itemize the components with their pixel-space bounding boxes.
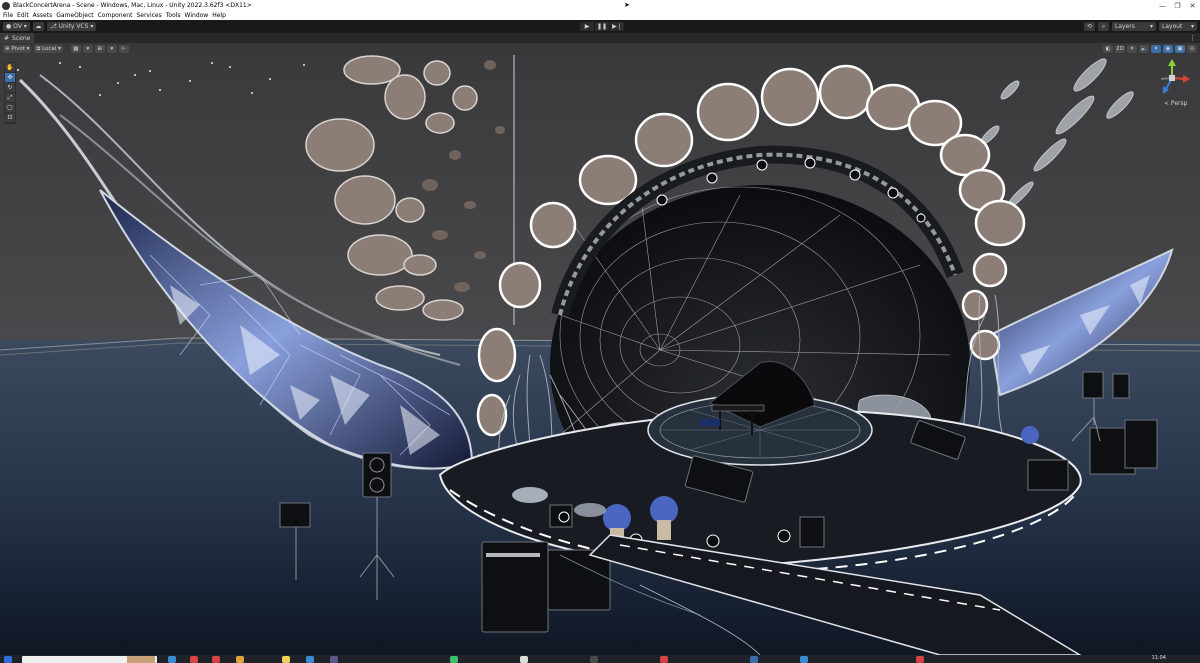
- scene-viewport[interactable]: [0, 55, 1200, 655]
- taskbar-app-icon[interactable]: [750, 656, 758, 663]
- camera-icon[interactable]: ▣: [1175, 45, 1185, 53]
- scene-toolbar: ⊕ Pivot ▾ ⧉ Local ▾ ▦ ▾ ⊞ ▾ ⊢ ◐ 2D ☀ 🔈 ✦…: [0, 43, 1200, 55]
- taskbar-app-icon[interactable]: [190, 656, 198, 663]
- step-button[interactable]: ▶❘: [610, 22, 624, 31]
- taskbar-app-icon[interactable]: [282, 656, 290, 663]
- increment-snap-icon[interactable]: ⊞: [94, 45, 105, 53]
- hand-tool-icon[interactable]: ✋: [5, 63, 15, 72]
- menu-assets[interactable]: Assets: [33, 12, 53, 19]
- menu-services[interactable]: Services: [136, 12, 161, 19]
- taskbar-app-icon[interactable]: [168, 656, 176, 663]
- window-title-bar: BlackConcertArena - Scene - Windows, Mac…: [0, 0, 1200, 11]
- account-label: OV: [13, 23, 22, 30]
- chevron-down-icon: ▾: [1190, 23, 1194, 30]
- menu-component[interactable]: Component: [98, 12, 133, 19]
- taskbar-app-icon[interactable]: [916, 656, 924, 663]
- window-title: BlackConcertArena - Scene - Windows, Mac…: [13, 2, 252, 9]
- layers-dropdown[interactable]: Layers ▾: [1112, 22, 1156, 31]
- main-toolbar: ● OV ▾ ☁ ⎇ Unity VCS ▾ ▶ ❚❚ ▶❘ ⟲ ⌕ Layer…: [0, 20, 1200, 33]
- pivot-label: Pivot: [11, 46, 25, 52]
- taskbar-app-icon[interactable]: [306, 656, 314, 663]
- menu-bar: File Edit Assets GameObject Component Se…: [0, 11, 1200, 20]
- chevron-down-icon: ▾: [21, 23, 27, 30]
- account-icon: ●: [6, 23, 14, 30]
- axis-gizmo-icon: [1160, 59, 1190, 94]
- snap-grid-icon[interactable]: ▦: [70, 45, 81, 53]
- layout-label: Layout: [1162, 23, 1183, 30]
- gizmos-icon[interactable]: ⊙: [1187, 45, 1197, 53]
- chevron-down-icon: ▾: [56, 46, 61, 52]
- taskbar-clock: 11:04: [1151, 655, 1166, 661]
- rect-tool-icon[interactable]: ▢: [5, 103, 15, 112]
- pivot-dropdown[interactable]: ⊕ Pivot ▾: [3, 45, 32, 53]
- taskbar-app-icon[interactable]: [236, 656, 244, 663]
- vcs-dropdown[interactable]: ⎇ Unity VCS ▾: [46, 22, 97, 31]
- audio-icon[interactable]: 🔈: [1139, 45, 1149, 53]
- pause-button[interactable]: ❚❚: [595, 22, 609, 31]
- local-dropdown[interactable]: ⧉ Local ▾: [34, 45, 63, 53]
- cloud-icon[interactable]: ☁: [32, 22, 44, 31]
- rotate-tool-icon[interactable]: ↻: [5, 83, 15, 92]
- mouse-cursor-icon: ➤: [624, 1, 630, 9]
- draw-mode-icon[interactable]: ◐: [1103, 45, 1113, 53]
- layers-label: Layers: [1115, 23, 1135, 30]
- layout-dropdown[interactable]: Layout ▾: [1159, 22, 1197, 31]
- toggle-2d-button[interactable]: 2D: [1115, 45, 1125, 53]
- scene-tab-bar: # Scene ⋮: [0, 33, 1200, 43]
- taskbar-app-icon[interactable]: [212, 656, 220, 663]
- taskbar-search[interactable]: [22, 656, 157, 663]
- tab-scene-label: Scene: [12, 34, 31, 42]
- move-tool-icon[interactable]: ✥: [5, 73, 15, 82]
- tab-scene[interactable]: # Scene: [0, 33, 35, 43]
- close-button[interactable]: ✕: [1185, 0, 1200, 11]
- menu-tools[interactable]: Tools: [166, 12, 181, 19]
- chevron-down-icon: ▾: [24, 46, 30, 52]
- search-icon[interactable]: ⌕: [1098, 22, 1109, 31]
- history-icon[interactable]: ⟲: [1084, 22, 1095, 31]
- snap-increment-dropdown-icon[interactable]: ▾: [106, 45, 117, 53]
- more-options-icon[interactable]: ⋮: [1189, 34, 1196, 42]
- chevron-down-icon: ▾: [88, 23, 94, 30]
- taskbar-app-icon[interactable]: [330, 656, 338, 663]
- scale-tool-icon[interactable]: ⤢: [5, 93, 15, 102]
- orientation-gizmo[interactable]: < Persp: [1152, 58, 1192, 110]
- start-icon[interactable]: [4, 656, 12, 663]
- menu-window[interactable]: Window: [185, 12, 209, 19]
- maximize-button[interactable]: ❐: [1170, 0, 1185, 11]
- unity-logo-icon: [2, 1, 10, 10]
- concert-arena-render: [0, 55, 1200, 655]
- hidden-objects-icon[interactable]: ◉: [1163, 45, 1173, 53]
- toggle-2d-label: 2D: [1116, 46, 1124, 52]
- os-taskbar: 11:04: [0, 655, 1200, 663]
- snap-options-icon[interactable]: ▾: [82, 45, 93, 53]
- tools-overlay: ✋ ✥ ↻ ⤢ ▢ ⊡: [4, 62, 16, 124]
- lighting-icon[interactable]: ☀: [1127, 45, 1137, 53]
- play-button[interactable]: ▶: [580, 22, 594, 31]
- vcs-label: Unity VCS: [58, 23, 89, 30]
- chevron-down-icon: ▾: [1149, 23, 1153, 30]
- transform-tool-icon[interactable]: ⊡: [5, 113, 15, 122]
- menu-gameobject[interactable]: GameObject: [56, 12, 93, 19]
- local-label: Local: [42, 46, 57, 52]
- minimize-button[interactable]: —: [1155, 0, 1170, 11]
- menu-file[interactable]: File: [3, 12, 13, 19]
- effects-icon[interactable]: ✦: [1151, 45, 1161, 53]
- vcs-icon: ⎇: [49, 23, 59, 30]
- account-dropdown[interactable]: ● OV ▾: [3, 22, 30, 31]
- ruler-icon[interactable]: ⊢: [118, 45, 129, 53]
- taskbar-app-icon[interactable]: [590, 656, 598, 663]
- taskbar-app-icon[interactable]: [450, 656, 458, 663]
- menu-help[interactable]: Help: [212, 12, 226, 19]
- projection-label[interactable]: < Persp: [1164, 100, 1187, 107]
- taskbar-app-icon[interactable]: [800, 656, 808, 663]
- taskbar-app-icon[interactable]: [660, 656, 668, 663]
- taskbar-app-icon[interactable]: [520, 656, 528, 663]
- menu-edit[interactable]: Edit: [17, 12, 29, 19]
- grid-icon: #: [4, 34, 10, 42]
- search-highlight-image: [127, 656, 155, 663]
